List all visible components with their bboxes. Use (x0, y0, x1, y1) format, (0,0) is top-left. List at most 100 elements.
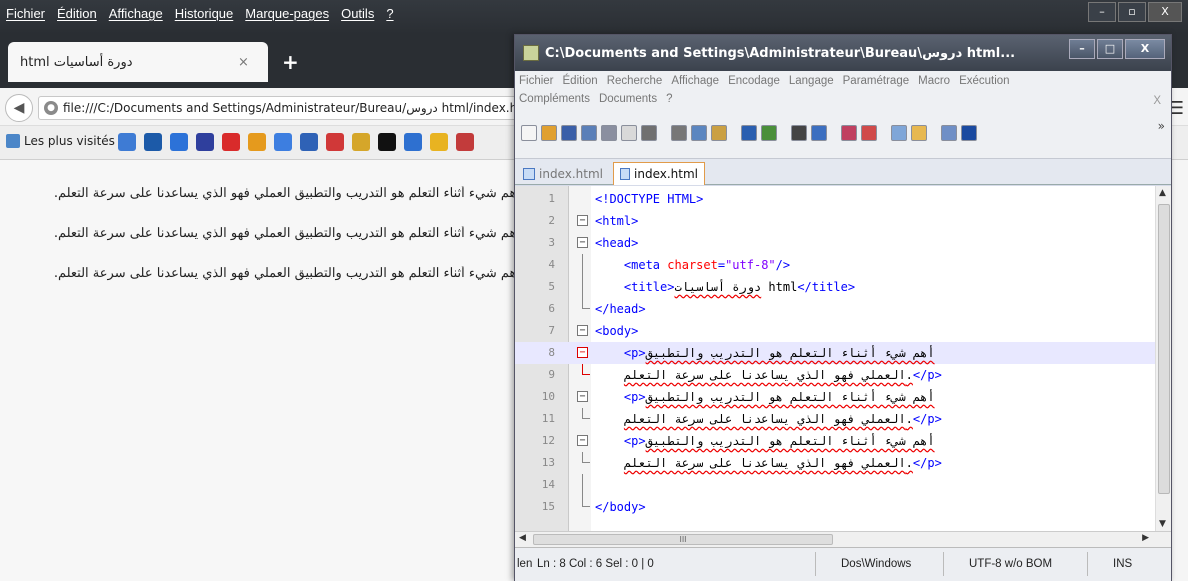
npp-menu-item[interactable]: Documents (599, 93, 657, 105)
toolbar-button-icon[interactable] (641, 125, 657, 141)
bookmark-site-icon[interactable] (456, 133, 474, 151)
scroll-left-icon[interactable]: ◀ (519, 533, 526, 543)
scroll-right-icon[interactable]: ▶ (1142, 533, 1149, 543)
bookmark-site-icon[interactable] (170, 133, 188, 151)
bookmark-site-icon[interactable] (300, 133, 318, 151)
bookmark-site-icon[interactable] (352, 133, 370, 151)
npp-menu-item[interactable]: Recherche (607, 75, 663, 87)
code-text: <title>دورة أساسيات html</title> (595, 276, 855, 298)
npp-close-button[interactable]: X (1125, 39, 1165, 59)
horizontal-scrollbar[interactable]: ◀ III ▶ (515, 531, 1171, 547)
menu-item[interactable]: Marque-pages (245, 6, 329, 21)
status-encoding: UTF-8 w/o BOM (969, 558, 1053, 570)
toolbar-button-icon[interactable] (791, 125, 807, 141)
toolbar-button-icon[interactable] (601, 125, 617, 141)
toolbar-separator (731, 125, 737, 141)
toolbar-button-icon[interactable] (741, 125, 757, 141)
maximize-button[interactable]: ▫ (1118, 2, 1146, 22)
toolbar-button-icon[interactable] (561, 125, 577, 141)
toolbar-button-icon[interactable] (861, 125, 877, 141)
bookmark-site-icon[interactable] (196, 133, 214, 151)
browser-tab[interactable]: × دورة أساسيات html (8, 42, 268, 82)
npp-menu-item[interactable]: Paramétrage (843, 75, 909, 87)
npp-menu-item[interactable]: Affichage (671, 75, 719, 87)
tab-active-document[interactable]: index.html (613, 162, 705, 185)
bookmark-site-icon[interactable] (326, 133, 344, 151)
menu-item[interactable]: Historique (175, 6, 234, 21)
menu-item[interactable]: Édition (57, 6, 97, 21)
bookmark-site-icon[interactable] (404, 133, 422, 151)
toolbar-button-icon[interactable] (911, 125, 927, 141)
npp-menu-item[interactable]: Fichier (519, 75, 554, 87)
npp-menu-item[interactable]: Langage (789, 75, 834, 87)
toolbar-button-icon[interactable] (541, 125, 557, 141)
close-button[interactable]: X (1148, 2, 1182, 22)
tab-label: index.html (634, 167, 698, 181)
npp-menu-item[interactable]: Encodage (728, 75, 780, 87)
toolbar-button-icon[interactable] (691, 125, 707, 141)
fold-toggle-icon[interactable]: − (577, 237, 588, 248)
notepadpp-window: C:\Documents and Settings\Administrateur… (514, 34, 1172, 581)
toolbar-button-icon[interactable] (811, 125, 827, 141)
menu-item[interactable]: Outils (341, 6, 374, 21)
fold-toggle-icon[interactable]: − (577, 325, 588, 336)
toolbar-button-icon[interactable] (521, 125, 537, 141)
bookmark-site-icon[interactable] (118, 133, 136, 151)
toolbar-button-icon[interactable] (941, 125, 957, 141)
scroll-down-icon[interactable]: ▼ (1159, 519, 1166, 529)
toolbar-button-icon[interactable] (581, 125, 597, 141)
bookmark-most-visited[interactable]: Les plus visités (6, 134, 115, 148)
fold-toggle-icon[interactable]: − (577, 347, 588, 358)
toolbar-overflow-icon[interactable]: » (1158, 119, 1165, 133)
npp-minimize-button[interactable]: – (1069, 39, 1095, 59)
fold-toggle-icon[interactable]: − (577, 215, 588, 226)
bookmark-site-icon[interactable] (222, 133, 240, 151)
npp-statusbar: len Ln : 8 Col : 6 Sel : 0 | 0 Dos\Windo… (515, 547, 1171, 581)
toolbar-button-icon[interactable] (761, 125, 777, 141)
code-token-tag: <p> (623, 346, 646, 360)
tab-inactive-document[interactable]: index.html (517, 162, 609, 185)
code-text: <meta charset="utf-8"/> (595, 254, 790, 276)
toolbar-separator (661, 125, 667, 141)
bookmark-site-icon[interactable] (274, 133, 292, 151)
fold-toggle-icon[interactable]: − (577, 435, 588, 446)
npp-menu-item[interactable]: ? (666, 93, 672, 105)
toolbar-button-icon[interactable] (671, 125, 687, 141)
new-tab-button[interactable]: + (282, 50, 299, 74)
toolbar-button-icon[interactable] (621, 125, 637, 141)
code-editor[interactable]: ▲ ▼ 1 <!DOCTYPE HTML> 2− <html> 3− <head> 4 <m… (515, 186, 1171, 531)
bookmark-site-icon[interactable] (144, 133, 162, 151)
notepad-app-icon (523, 45, 539, 61)
npp-menu-item[interactable]: Macro (918, 75, 950, 87)
scroll-thumb[interactable] (1158, 204, 1170, 494)
menu-item[interactable]: Affichage (109, 6, 163, 21)
bookmark-site-icon[interactable] (430, 133, 448, 151)
toolbar-button-icon[interactable] (841, 125, 857, 141)
npp-menu-item[interactable]: Compléments (519, 93, 590, 105)
hscroll-thumb[interactable]: III (533, 534, 833, 545)
toolbar-button-icon[interactable] (961, 125, 977, 141)
code-line: 8 − <p>أهم شيء أثناء التعلم هو التدريب وا… (515, 342, 1155, 364)
npp-menu-item[interactable]: Exécution (959, 75, 1010, 87)
tab-close-icon[interactable]: × (238, 55, 256, 70)
fold-toggle-icon[interactable]: − (577, 391, 588, 402)
menu-item[interactable]: Fichier (6, 6, 45, 21)
toolbar-button-icon[interactable] (891, 125, 907, 141)
minimize-button[interactable]: – (1088, 2, 1116, 22)
back-arrow-icon[interactable]: ◀ (5, 94, 33, 122)
bookmark-site-icon[interactable] (378, 133, 396, 151)
npp-menu-item[interactable]: Édition (563, 75, 598, 87)
menu-item[interactable]: ? (386, 6, 393, 21)
npp-maximize-button[interactable]: □ (1097, 39, 1123, 59)
toolbar-button-icon[interactable] (711, 125, 727, 141)
line-number: 11 (541, 412, 555, 425)
url-bar[interactable]: file:///C:/Documents and Settings/Admini… (38, 96, 518, 120)
vertical-scrollbar[interactable]: ▲ ▼ (1155, 186, 1171, 531)
scroll-up-icon[interactable]: ▲ (1159, 188, 1166, 198)
npp-doc-close-icon[interactable]: X (1153, 95, 1161, 107)
status-position: Ln : 8 Col : 6 Sel : 0 | 0 (537, 558, 654, 570)
code-line: 9 العملي فهو الذي يساعدنا على سرعة التعل… (515, 364, 1155, 386)
bookmark-site-icon[interactable] (248, 133, 266, 151)
